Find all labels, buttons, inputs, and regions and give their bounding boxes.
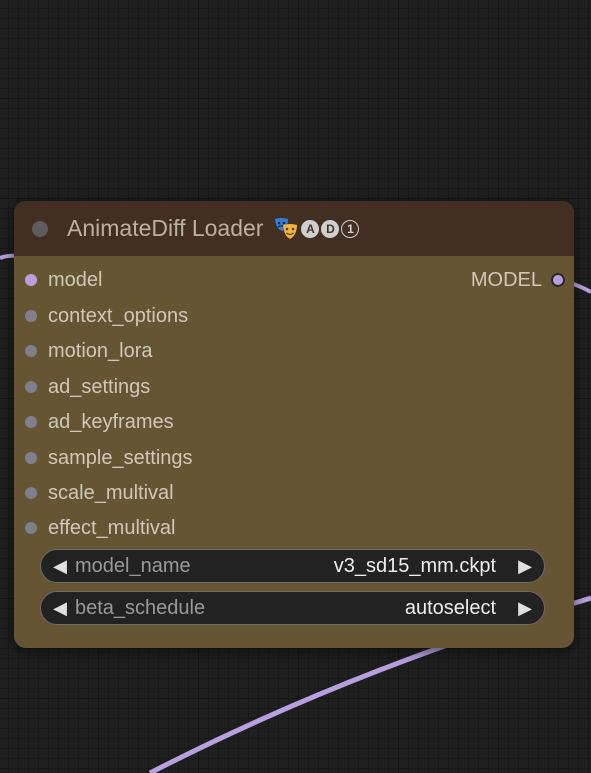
- input-dot[interactable]: [25, 522, 37, 534]
- input-label: sample_settings: [48, 446, 193, 469]
- input-label: effect_multival: [48, 516, 176, 539]
- input-slot-ad-keyframes[interactable]: ad_keyframes: [25, 411, 174, 433]
- increment-arrow-icon[interactable]: ▶: [514, 556, 536, 577]
- input-dot[interactable]: [25, 274, 37, 286]
- badge-1: 1: [341, 219, 360, 238]
- widget-label: model_name: [75, 554, 191, 577]
- input-label: motion_lora: [48, 339, 153, 362]
- widget-value[interactable]: v3_sd15_mm.ckpt: [334, 555, 496, 578]
- widget-label: beta_schedule: [75, 596, 206, 619]
- increment-arrow-icon[interactable]: ▶: [514, 598, 536, 619]
- collapse-toggle[interactable]: [32, 221, 48, 237]
- input-label: ad_keyframes: [48, 410, 174, 433]
- input-slot-ad-settings[interactable]: ad_settings: [25, 376, 150, 398]
- decrement-arrow-icon[interactable]: ◀: [49, 598, 71, 619]
- widget-value[interactable]: autoselect: [405, 597, 496, 620]
- node-title: AnimateDiff Loader A D 1: [67, 215, 360, 242]
- input-slot-context-options[interactable]: context_options: [25, 305, 188, 327]
- output-label: MODEL: [470, 268, 542, 291]
- animatediff-loader-node[interactable]: AnimateDiff Loader A D 1 model MODEL con…: [14, 201, 574, 648]
- input-label: ad_settings: [48, 375, 151, 398]
- input-label: context_options: [48, 304, 189, 327]
- input-dot[interactable]: [25, 452, 37, 464]
- input-slot-sample-settings[interactable]: sample_settings: [25, 447, 193, 469]
- node-badges: A D 1: [273, 216, 360, 242]
- input-label: model: [48, 268, 103, 291]
- theater-masks-icon: [275, 217, 298, 239]
- model-name-combo[interactable]: ◀ model_name v3_sd15_mm.ckpt ▶: [40, 549, 545, 583]
- input-slot-motion-lora[interactable]: motion_lora: [25, 340, 153, 362]
- input-dot[interactable]: [25, 381, 37, 393]
- node-title-text: AnimateDiff Loader: [67, 215, 264, 241]
- input-dot[interactable]: [25, 487, 37, 499]
- decrement-arrow-icon[interactable]: ◀: [49, 556, 71, 577]
- node-header[interactable]: AnimateDiff Loader A D 1: [14, 201, 574, 256]
- badge-a: A: [301, 219, 320, 238]
- input-dot[interactable]: [25, 310, 37, 322]
- input-slot-effect-multival[interactable]: effect_multival: [25, 517, 175, 539]
- input-dot[interactable]: [25, 345, 37, 357]
- input-label: scale_multival: [48, 481, 174, 504]
- output-slot-model[interactable]: MODEL: [471, 269, 565, 291]
- beta-schedule-combo[interactable]: ◀ beta_schedule autoselect ▶: [40, 591, 545, 625]
- input-dot[interactable]: [25, 416, 37, 428]
- badge-d: D: [321, 219, 340, 238]
- input-slot-model[interactable]: model: [25, 269, 102, 291]
- output-dot[interactable]: [551, 273, 565, 287]
- input-slot-scale-multival[interactable]: scale_multival: [25, 482, 174, 504]
